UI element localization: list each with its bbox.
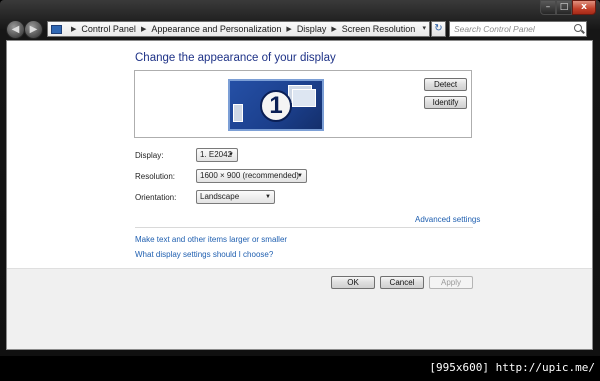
apply-button[interactable]: Apply xyxy=(429,276,473,289)
advanced-settings-link[interactable]: Advanced settings xyxy=(415,215,480,224)
text-size-link[interactable]: Make text and other items larger or smal… xyxy=(135,235,287,244)
breadcrumb-separator-icon[interactable]: ▶ xyxy=(286,25,291,33)
orientation-select[interactable]: Landscape ▼ xyxy=(196,190,275,204)
resolution-value: 1600 × 900 (recommended) xyxy=(200,171,299,180)
monitor-number-badge: 1 xyxy=(260,90,292,122)
breadcrumb-separator-icon[interactable]: ▶ xyxy=(141,25,146,33)
cancel-button[interactable]: Cancel xyxy=(380,276,424,289)
close-button[interactable]: x xyxy=(572,0,596,15)
address-dropdown-icon[interactable]: ▾ xyxy=(422,22,426,36)
breadcrumb-separator-icon[interactable]: ▶ xyxy=(331,25,336,33)
maximize-button[interactable]: □ xyxy=(556,0,572,15)
search-icon[interactable] xyxy=(574,24,582,32)
window: – □ x ◀ ▶ ▶ Control Panel ▶ Appearance a… xyxy=(0,0,600,356)
minimize-button[interactable]: – xyxy=(540,0,556,15)
display-preview: 1 Detect Identify xyxy=(134,70,472,138)
ok-button[interactable]: OK xyxy=(331,276,375,289)
breadcrumb-appearance[interactable]: Appearance and Personalization xyxy=(151,24,281,34)
chevron-down-icon: ▼ xyxy=(228,152,234,158)
chevron-down-icon: ▼ xyxy=(297,173,303,179)
footer-bar xyxy=(7,269,592,349)
orientation-value: Landscape xyxy=(200,192,240,201)
orientation-label: Orientation: xyxy=(135,193,177,202)
detect-button[interactable]: Detect xyxy=(424,78,467,91)
content-pane: Change the appearance of your display 1 … xyxy=(6,40,593,350)
back-button[interactable]: ◀ xyxy=(6,20,25,39)
page-title: Change the appearance of your display xyxy=(135,52,336,64)
breadcrumb-display[interactable]: Display xyxy=(297,24,327,34)
watermark-text: [995x600] http://upic.me/ xyxy=(429,361,595,374)
address-bar[interactable]: ▶ Control Panel ▶ Appearance and Persona… xyxy=(47,21,430,37)
search-input[interactable]: Search Control Panel xyxy=(449,21,587,37)
refresh-button[interactable]: ↻ xyxy=(431,21,446,37)
resolution-label: Resolution: xyxy=(135,172,176,181)
forward-button[interactable]: ▶ xyxy=(24,20,43,39)
mini-window-icon xyxy=(233,104,243,122)
monitor-icon[interactable]: 1 xyxy=(228,79,324,131)
divider xyxy=(135,227,473,228)
display-help-link[interactable]: What display settings should I choose? xyxy=(135,250,273,259)
display-select[interactable]: 1. E2042 ▼ xyxy=(196,148,238,162)
chevron-down-icon: ▼ xyxy=(265,194,271,200)
breadcrumb-screen-resolution[interactable]: Screen Resolution xyxy=(342,24,416,34)
display-label: Display: xyxy=(135,151,164,160)
resolution-select[interactable]: 1600 × 900 (recommended) ▼ xyxy=(196,169,307,183)
breadcrumb-separator-icon[interactable]: ▶ xyxy=(71,25,76,33)
search-placeholder: Search Control Panel xyxy=(454,24,535,34)
breadcrumb-control-panel[interactable]: Control Panel xyxy=(81,24,136,34)
mini-window-icon xyxy=(292,89,316,107)
control-panel-icon xyxy=(51,24,62,34)
identify-button[interactable]: Identify xyxy=(424,96,467,109)
